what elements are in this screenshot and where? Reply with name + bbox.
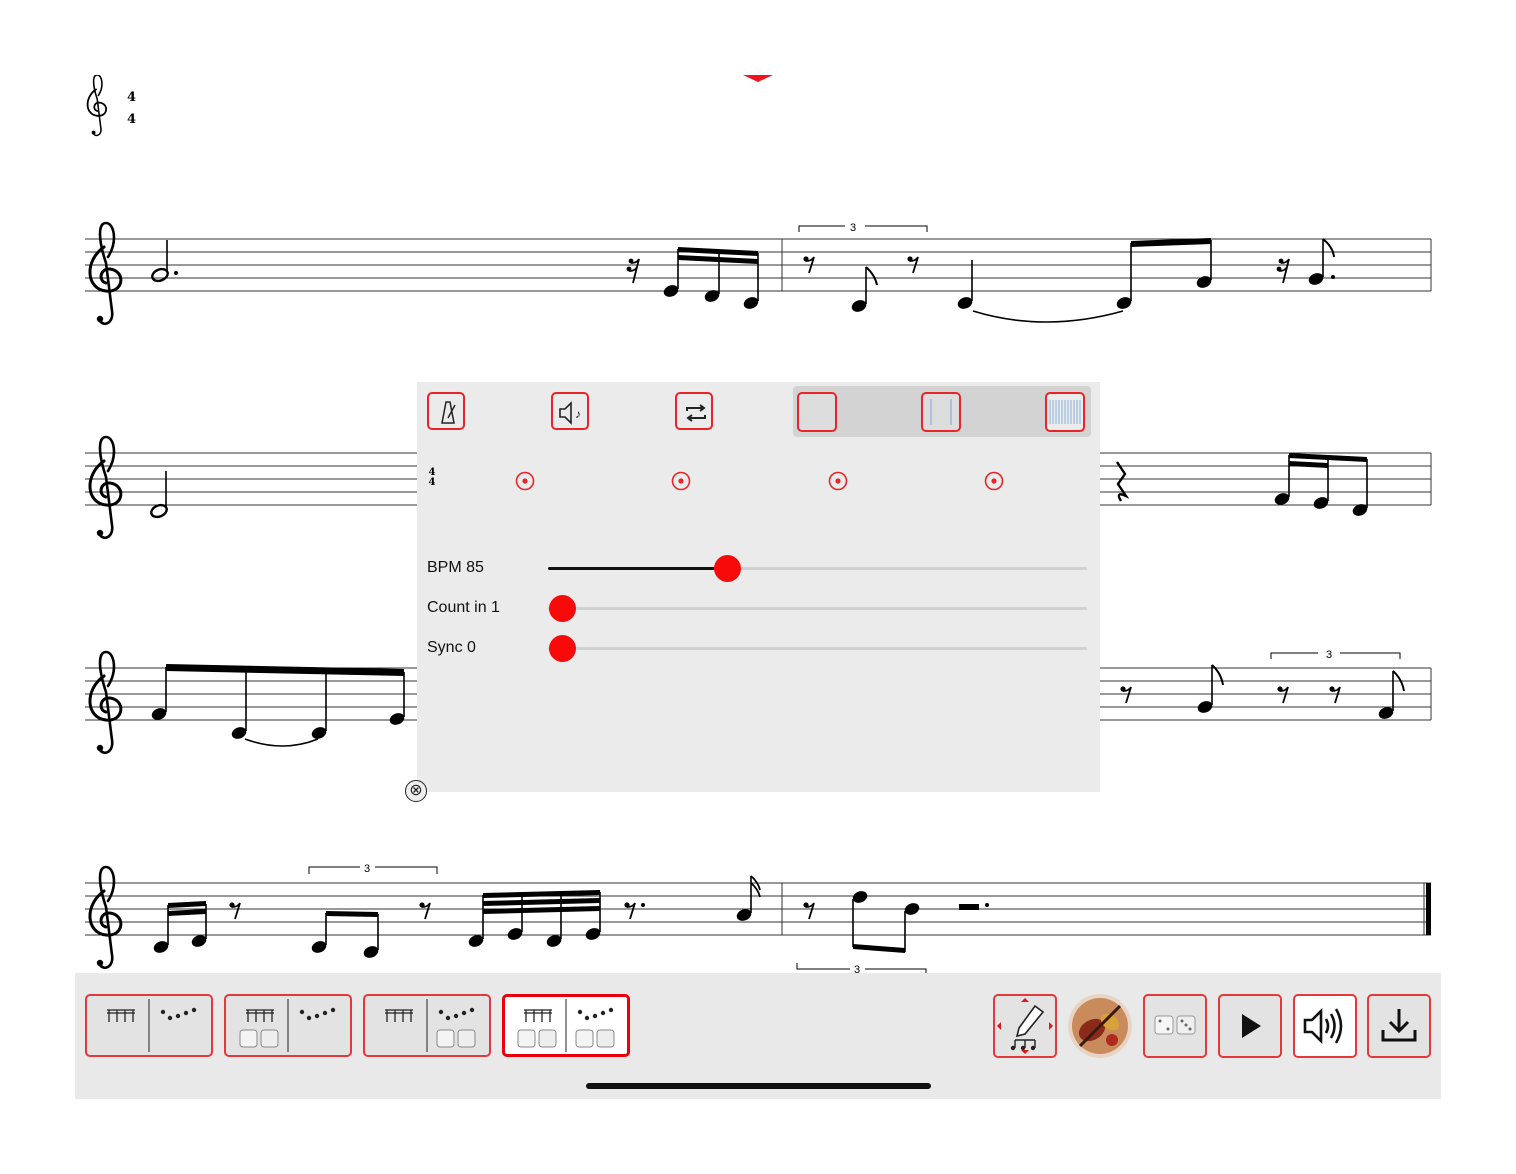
- tuplet-label: 3: [1326, 649, 1332, 661]
- rhythm-melody-icon: [107, 999, 197, 1052]
- rhythm-dice-melody-icon: [385, 999, 476, 1052]
- beat-2-icon[interactable]: [671, 471, 691, 491]
- play-button[interactable]: [1218, 994, 1282, 1058]
- instrument-icon: [1068, 994, 1132, 1058]
- subdivision-half-button[interactable]: [921, 392, 961, 432]
- bpm-slider[interactable]: [548, 555, 1087, 582]
- volume-button[interactable]: [1293, 994, 1357, 1058]
- speaker-note-icon: ♪: [559, 401, 581, 425]
- svg-text:4: 4: [127, 112, 136, 127]
- tuplet-label: 3: [854, 964, 860, 973]
- count-in-label: Count in 1: [427, 599, 500, 616]
- subdivision-none-button[interactable]: [797, 392, 837, 432]
- repeat-button[interactable]: [675, 392, 713, 430]
- subdivision-selector: [793, 386, 1091, 437]
- mode-random-melody-button[interactable]: [363, 994, 491, 1057]
- metronome-button[interactable]: [427, 392, 465, 430]
- app-window: 4 4 3 3 3 3 ♪ 4 4 BPM 85 Count in 1 Sync…: [75, 75, 1441, 1099]
- subdivision-full-button[interactable]: [1045, 392, 1085, 432]
- header-time-signature: 4: [127, 90, 136, 105]
- sync-label: Sync 0: [427, 639, 476, 656]
- sync-slider[interactable]: [548, 635, 1087, 662]
- download-icon: [1381, 1009, 1417, 1042]
- dice-rhythm-dice-melody-icon: [517, 999, 615, 1052]
- randomize-button[interactable]: [1143, 994, 1207, 1058]
- top-tab-indicator: [743, 75, 773, 82]
- volume-icon: [1303, 1007, 1343, 1045]
- lines-2-icon: [930, 399, 952, 425]
- edit-notes-button[interactable]: [993, 994, 1057, 1058]
- metronome-settings-panel: ♪ 4 4 BPM 85 Count in 1 Sync 0: [417, 382, 1100, 792]
- sound-button[interactable]: ♪: [551, 392, 589, 430]
- mode-random-both-button[interactable]: [502, 994, 630, 1057]
- bpm-slider-thumb[interactable]: [714, 555, 741, 582]
- instrument-button[interactable]: [1068, 994, 1132, 1058]
- tuplet-label: 3: [364, 863, 370, 875]
- mode-random-rhythm-button[interactable]: [224, 994, 352, 1057]
- mode-rhythm-melody-button[interactable]: [85, 994, 213, 1057]
- beat-3-icon[interactable]: [828, 471, 848, 491]
- sync-slider-thumb[interactable]: [549, 635, 576, 662]
- home-indicator[interactable]: [586, 1083, 931, 1089]
- repeat-icon: [686, 404, 706, 422]
- tuplet-label: 3: [850, 222, 856, 234]
- header-clef: [86, 75, 108, 137]
- lines-many-icon: [1049, 400, 1081, 424]
- beat-4-icon[interactable]: [984, 471, 1004, 491]
- dice-icon: [1154, 1015, 1196, 1035]
- play-icon: [1242, 1014, 1261, 1038]
- count-in-slider-thumb[interactable]: [549, 595, 576, 622]
- edit-notes-icon: [997, 998, 1053, 1054]
- download-button[interactable]: [1367, 994, 1431, 1058]
- beat-1-icon[interactable]: [515, 471, 535, 491]
- bpm-label: BPM 85: [427, 559, 484, 576]
- close-panel-button[interactable]: ⊗: [405, 780, 427, 802]
- bottom-toolbar: [75, 973, 1441, 1099]
- dice-rhythm-melody-icon: [239, 999, 336, 1052]
- count-in-slider[interactable]: [548, 595, 1087, 622]
- svg-text:♪: ♪: [575, 407, 581, 421]
- panel-time-signature: 4 4: [428, 467, 436, 488]
- metronome-icon: [441, 401, 456, 424]
